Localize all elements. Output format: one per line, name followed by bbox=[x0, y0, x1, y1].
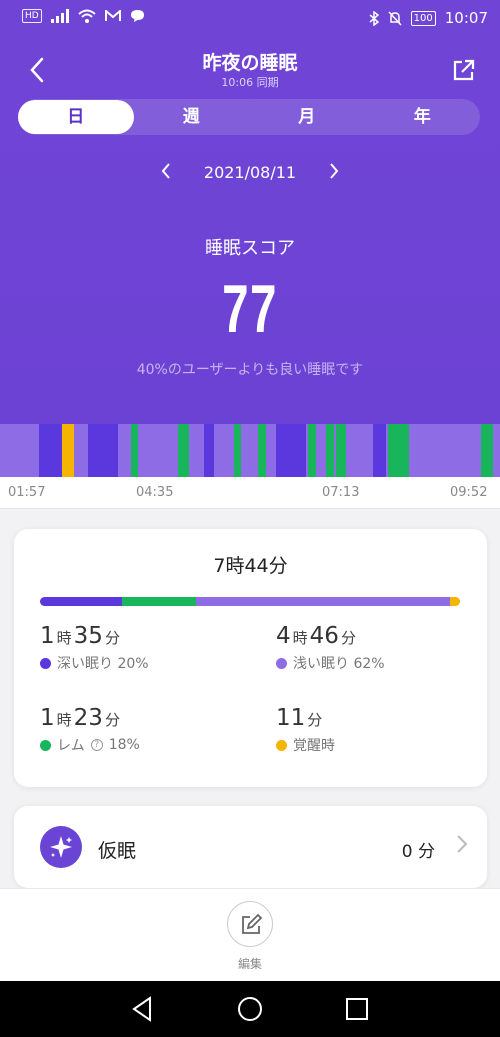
deep-minutes-unit: 分 bbox=[104, 629, 120, 647]
edit-icon bbox=[242, 913, 263, 934]
deep-minutes: 35 bbox=[73, 623, 103, 649]
hd-indicator: HD bbox=[22, 9, 42, 23]
bluetooth-icon bbox=[369, 10, 379, 26]
deep-dot bbox=[40, 657, 51, 669]
sleep-segment bbox=[276, 424, 306, 477]
stage-bar-segment bbox=[122, 597, 196, 606]
tick-label: 09:52 bbox=[450, 485, 488, 500]
tick-label: 07:13 bbox=[322, 485, 360, 500]
sleep-segment bbox=[88, 424, 118, 477]
date-selector: 2021/08/11 bbox=[0, 160, 500, 186]
system-nav-bar bbox=[0, 981, 500, 1037]
sync-time: 10:06 同期 bbox=[221, 76, 279, 89]
rem-hours-unit: 時 bbox=[56, 711, 72, 729]
edit-button[interactable] bbox=[227, 901, 273, 947]
sleep-segment bbox=[178, 424, 189, 477]
period-tabs: 日 週 月 年 bbox=[18, 99, 480, 135]
total-sleep: 7時44分 bbox=[213, 555, 288, 577]
stage-proportion-bar bbox=[40, 597, 460, 606]
sleep-segment bbox=[308, 424, 316, 477]
sleep-score: 77 bbox=[222, 271, 278, 347]
score-label: 睡眠スコア bbox=[205, 238, 295, 259]
nav-recents-icon[interactable] bbox=[342, 994, 372, 1024]
deep-hours: 1 bbox=[40, 623, 55, 649]
rem-minutes-unit: 分 bbox=[104, 711, 120, 729]
sleep-segment bbox=[373, 424, 386, 477]
rem-label: レム bbox=[57, 738, 85, 754]
rem-dot bbox=[40, 739, 51, 751]
awake-label: 覚醒時 bbox=[293, 738, 335, 754]
stage-bar-segment bbox=[195, 597, 451, 606]
sleep-segment bbox=[62, 424, 74, 477]
light-minutes-unit: 分 bbox=[340, 629, 356, 647]
light-label: 浅い眠り 62% bbox=[293, 656, 385, 672]
tab-day[interactable]: 日 bbox=[18, 100, 134, 134]
tab-week[interactable]: 週 bbox=[134, 99, 250, 135]
sleep-summary-card: 7時44分 1 時35 分 深い眠り 20% 4 時46 分 浅い眠り 62% 1 時23… bbox=[14, 529, 487, 787]
nav-home-icon[interactable] bbox=[235, 994, 265, 1024]
light-sleep-stat: 4 時46 分 浅い眠り 62% bbox=[276, 623, 385, 673]
stage-bar-segment bbox=[40, 597, 123, 606]
sleep-segment bbox=[336, 424, 346, 477]
sleep-segment bbox=[131, 424, 138, 477]
tick-label: 04:35 bbox=[136, 485, 174, 500]
awake-dot bbox=[276, 739, 287, 751]
sleep-segment bbox=[39, 424, 62, 477]
deep-hours-unit: 時 bbox=[56, 629, 72, 647]
clock: 10:07 bbox=[444, 9, 488, 27]
sleep-segment bbox=[258, 424, 266, 477]
time-axis: 01:57 04:35 07:13 09:52 bbox=[0, 477, 500, 509]
sleep-segment bbox=[326, 424, 334, 477]
nap-label: 仮眠 bbox=[98, 840, 137, 862]
rem-minutes: 23 bbox=[73, 705, 103, 731]
edit-label: 編集 bbox=[237, 957, 262, 971]
bottom-action-bar: 編集 bbox=[0, 888, 500, 981]
chevron-right-icon bbox=[457, 835, 468, 853]
deep-sleep-stat: 1 時35 分 深い眠り 20% bbox=[40, 623, 149, 673]
share-icon[interactable] bbox=[448, 54, 480, 86]
light-hours-unit: 時 bbox=[292, 629, 308, 647]
sleep-header: 昨夜の睡眠 10:06 同期 日 週 月 年 2021/08/11 睡眠スコア … bbox=[0, 36, 500, 424]
mute-bell-icon bbox=[388, 10, 402, 26]
rem-sleep-stat: 1 時23 分 レム? 18% bbox=[40, 705, 140, 755]
chevron-right-icon[interactable] bbox=[326, 160, 342, 182]
nap-value: 0 分 bbox=[401, 842, 435, 862]
gmail-icon bbox=[104, 10, 121, 21]
awake-minutes: 11 bbox=[276, 705, 306, 731]
chat-icon bbox=[130, 10, 144, 22]
battery-icon: 100 bbox=[410, 10, 436, 26]
light-minutes: 46 bbox=[309, 623, 339, 649]
stage-bar-segment bbox=[450, 597, 460, 606]
page-title: 昨夜の睡眠 bbox=[202, 52, 298, 74]
rem-percent: 18% bbox=[108, 737, 140, 753]
signal-icon bbox=[50, 9, 69, 23]
tick-label: 01:57 bbox=[8, 485, 46, 500]
deep-label: 深い眠り 20% bbox=[57, 656, 149, 672]
tab-month[interactable]: 月 bbox=[249, 99, 365, 135]
wifi-icon bbox=[78, 9, 96, 23]
nav-back-icon[interactable] bbox=[128, 994, 158, 1024]
help-icon[interactable]: ? bbox=[90, 739, 103, 751]
current-date: 2021/08/11 bbox=[203, 163, 297, 182]
light-dot bbox=[276, 657, 287, 669]
awake-stat: 11 分 覚醒時 bbox=[276, 705, 335, 755]
sleep-stage-chart bbox=[0, 424, 500, 477]
status-bar: HD 100 10:07 bbox=[0, 0, 500, 36]
sparkle-icon bbox=[40, 826, 82, 868]
sleep-segment bbox=[481, 424, 493, 477]
nap-row[interactable]: 仮眠 0 分 bbox=[14, 806, 487, 888]
sleep-segment bbox=[388, 424, 409, 477]
awake-minutes-unit: 分 bbox=[307, 711, 323, 729]
sleep-segment bbox=[204, 424, 214, 477]
light-hours: 4 bbox=[276, 623, 291, 649]
rem-hours: 1 bbox=[40, 705, 55, 731]
tab-year[interactable]: 年 bbox=[365, 99, 481, 135]
score-description: 40%のユーザーよりも良い睡眠です bbox=[136, 362, 364, 378]
sleep-segment bbox=[234, 424, 241, 477]
